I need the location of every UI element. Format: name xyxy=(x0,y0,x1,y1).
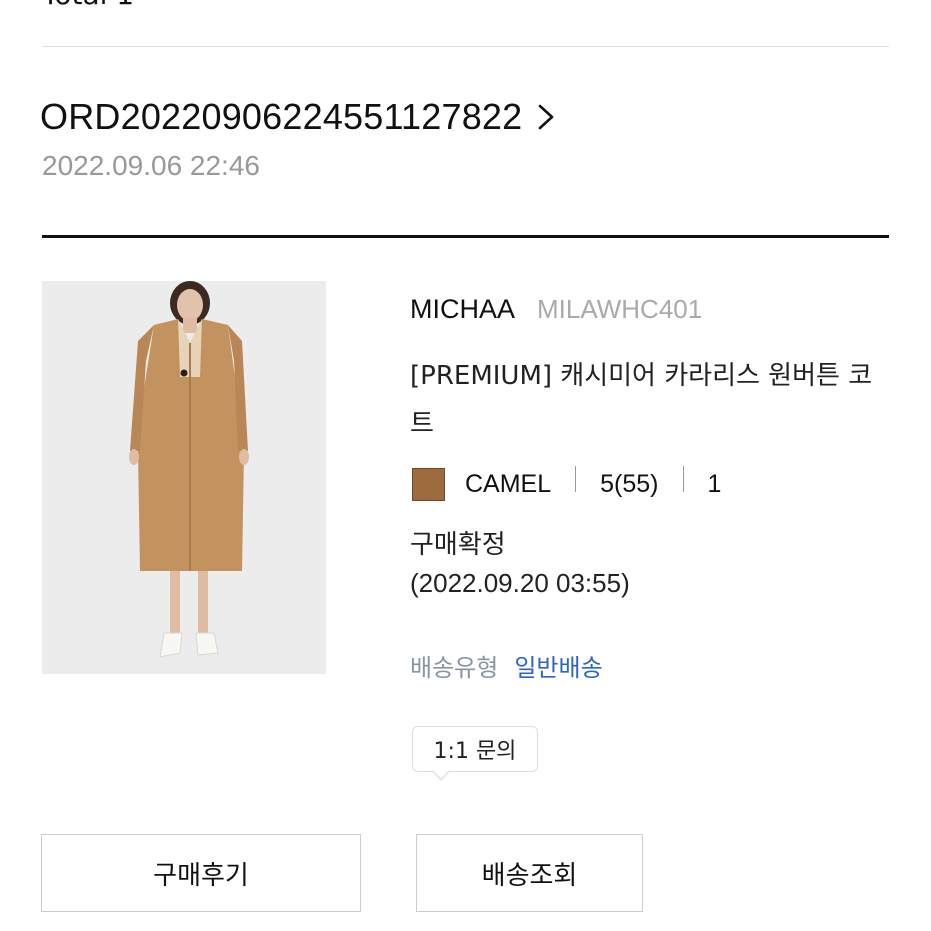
inquiry-button[interactable]: 1:1 문의 xyxy=(412,726,538,772)
divider xyxy=(42,46,889,47)
speech-bubble-tail xyxy=(432,770,450,781)
option-separator xyxy=(575,465,577,492)
order-number: ORD20220906224551127822 xyxy=(40,96,523,137)
write-review-button[interactable]: 구매후기 xyxy=(41,834,361,912)
shipping-type: 배송유형 일반배송 xyxy=(410,648,603,683)
status-date: (2022.09.20 03:55) xyxy=(410,568,630,598)
order-status: 구매확정 xyxy=(410,530,506,560)
size-value: 5(55) xyxy=(600,470,659,498)
brand-line: MICHAA MILAWHC401 xyxy=(410,294,702,325)
shipping-label: 배송유형 xyxy=(410,654,499,682)
option-separator xyxy=(682,465,684,492)
product-code: MILAWHC401 xyxy=(537,294,703,324)
color-name: CAMEL xyxy=(465,470,552,498)
product-image[interactable] xyxy=(42,281,326,674)
shipping-value: 일반배송 xyxy=(514,654,603,682)
section-divider xyxy=(42,235,889,238)
product-name[interactable]: [PREMIUM] 캐시미어 카라리스 원버튼 코트 xyxy=(410,352,890,448)
quantity-value: 1 xyxy=(707,470,722,498)
order-number-link[interactable]: ORD20220906224551127822 xyxy=(40,96,560,138)
track-delivery-button[interactable]: 배송조회 xyxy=(416,834,643,912)
order-date: 2022.09.06 22:46 xyxy=(42,150,260,181)
total-count: Total 1 xyxy=(42,0,134,11)
product-photo-icon xyxy=(42,281,326,674)
color-swatch xyxy=(412,468,445,501)
brand-name: MICHAA xyxy=(410,294,516,324)
chevron-right-icon xyxy=(539,104,554,130)
option-line: CAMEL 5(55) 1 xyxy=(412,465,722,501)
